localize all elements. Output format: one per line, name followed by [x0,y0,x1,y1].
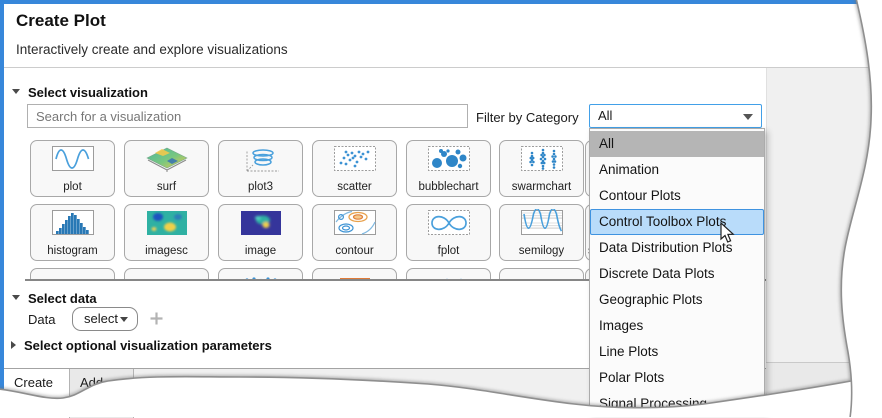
category-option-line-plots[interactable]: Line Plots [590,339,764,365]
category-option-contour-plots[interactable]: Contour Plots [590,183,764,209]
geoscatter-icon [407,273,490,281]
chevron-down-icon [743,114,753,120]
filter-by-category-label: Filter by Category [476,110,579,125]
tile-label: image [219,245,302,257]
tile-label: surf [125,181,208,193]
category-option-all[interactable]: All [590,131,764,157]
stackedplot-icon [125,273,208,281]
chevron-down-icon [120,317,128,322]
tile-fplot[interactable]: fplot [406,204,491,261]
tile-label: semilogy [500,245,583,257]
tile-label: plot3 [219,181,302,193]
tile-swarmchart[interactable]: swarmchart [499,140,584,197]
expand-triangle-icon[interactable] [11,341,16,349]
collapse-triangle-icon[interactable] [12,295,20,300]
category-option-animation[interactable]: Animation [590,157,764,183]
tile-partial-row3-3[interactable] [218,268,303,281]
imagesc-icon [125,209,208,237]
tile-plot[interactable]: plot [30,140,115,197]
data-select-combobox[interactable]: select [72,307,138,331]
tile-scatter[interactable]: scatter [312,140,397,197]
next-section-band [766,362,882,393]
category-option-polar-plots[interactable]: Polar Plots [590,365,764,391]
tile-image[interactable]: image [218,204,303,261]
category-dropdown-list: All Animation Contour Plots Control Tool… [589,128,765,412]
tile-label: histogram [31,245,114,257]
tile-imagesc[interactable]: imagesc [124,204,209,261]
tile-label: fplot [407,245,490,257]
create-plot-task: { "app": { "title": "Create Plot", "subt… [0,0,882,417]
fplot-icon [407,209,490,237]
semilogy-icon [500,209,583,237]
histogram-icon [31,209,114,237]
search-input[interactable] [27,104,468,128]
next-section-blue-border [766,394,882,397]
section-select-data[interactable]: Select data [28,291,97,306]
bubblechart-icon [407,145,490,173]
tile-partial-row3-6[interactable] [499,268,584,281]
image-icon [219,209,302,237]
tile-label: imagesc [125,245,208,257]
tile-partial-row3-5[interactable] [406,268,491,281]
tile-partial-row3-4[interactable] [312,268,397,281]
plot-icon [31,145,114,173]
category-option-images[interactable]: Images [590,313,764,339]
category-combobox-value: All [598,108,612,123]
tile-label: scatter [313,181,396,193]
page-title: Create Plot [16,11,106,31]
data-label: Data [28,312,55,327]
data-select-value: select [84,311,118,326]
category-option-geographic-plots[interactable]: Geographic Plots [590,287,764,313]
plus-icon [149,311,164,326]
tile-label: plot [31,181,114,193]
tile-bubblechart[interactable]: bubblechart [406,140,491,197]
area-icon [313,273,396,281]
category-option-discrete-data-plots[interactable]: Discrete Data Plots [590,261,764,287]
category-combobox[interactable]: All [589,104,762,128]
scatter-icon [313,145,396,173]
task-frame-top [0,0,882,4]
add-data-button[interactable] [149,311,164,331]
pie-icon [31,273,114,281]
section-optional-parameters[interactable]: Select optional visualization parameters [24,338,272,353]
stem3-icon [219,273,302,281]
tile-histogram[interactable]: histogram [30,204,115,261]
page-subtitle: Interactively create and explore visuali… [16,42,288,57]
tile-plot3[interactable]: plot3 [218,140,303,197]
tile-label: swarmchart [500,181,583,193]
tab-add[interactable]: Add [70,369,134,418]
tab-create[interactable]: Create [4,369,70,418]
tile-label: contour [313,245,396,257]
tile-label: bubblechart [407,181,490,193]
tile-semilogy[interactable]: semilogy [499,204,584,261]
swarmchart-icon [500,145,583,173]
plot3-icon [219,145,302,173]
tile-contour[interactable]: contour [312,204,397,261]
task-frame-left [0,0,4,417]
category-option-signal-processing[interactable]: Signal Processing [590,391,764,417]
tile-partial-row3-2[interactable] [124,268,209,281]
tile-partial-row3-1[interactable] [30,268,115,281]
surf-icon [125,145,208,173]
section-select-visualization[interactable]: Select visualization [28,85,148,100]
mouse-cursor-icon [719,222,739,249]
collapse-triangle-icon[interactable] [12,89,20,94]
tile-surf[interactable]: surf [124,140,209,197]
header-divider [4,67,882,68]
contour-icon [313,209,396,237]
